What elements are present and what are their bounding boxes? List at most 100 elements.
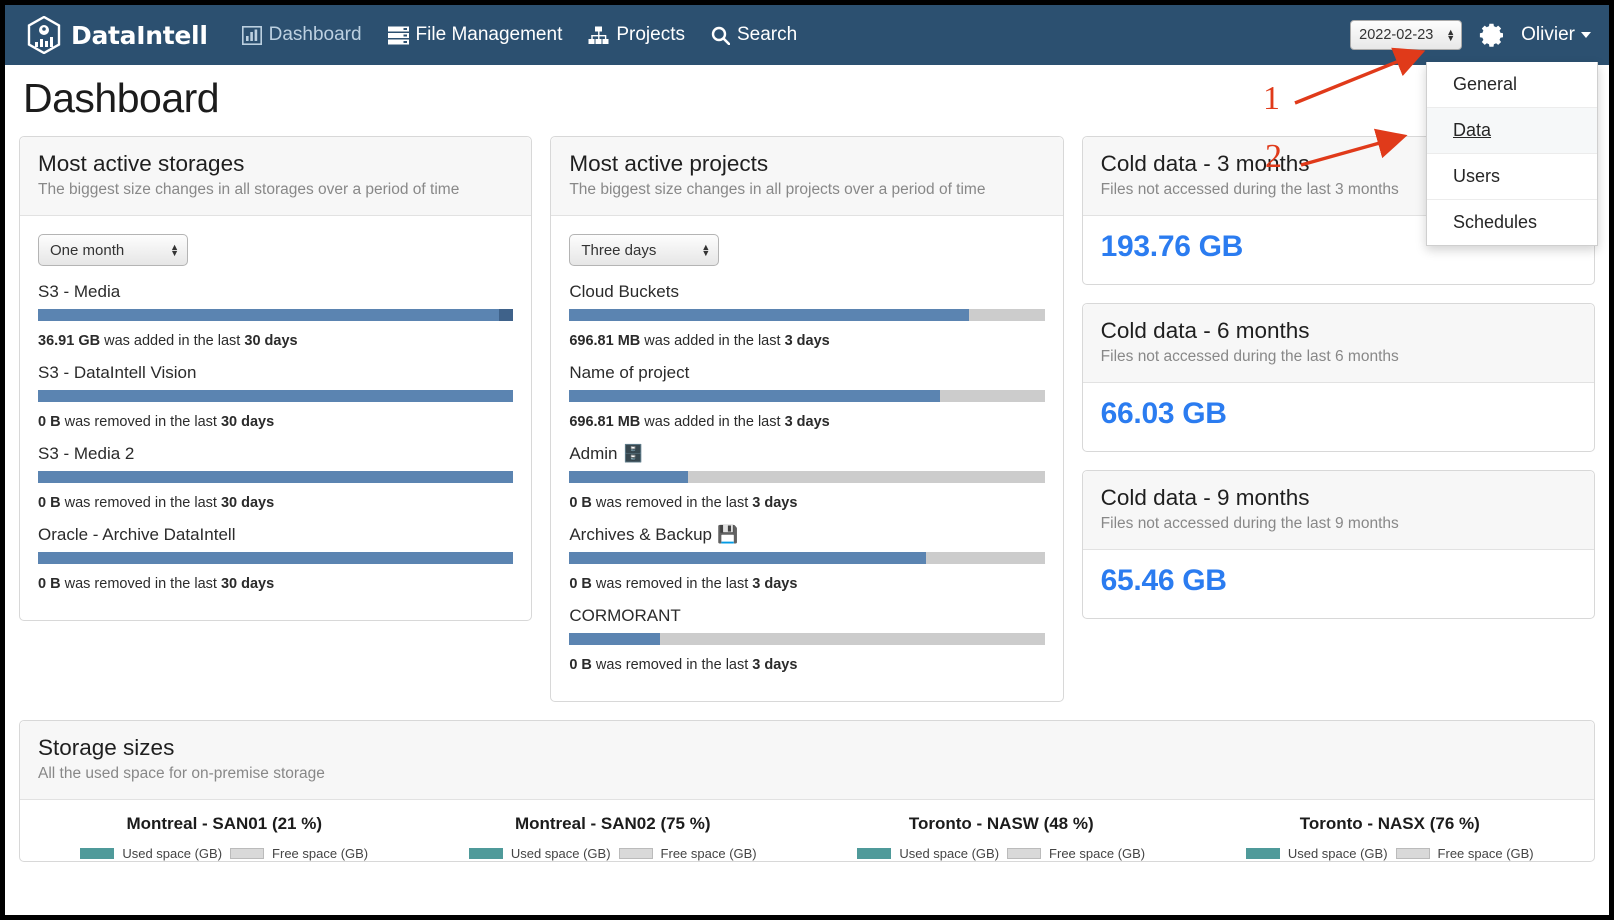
metric-name: Oracle - Archive DataIntell [38,525,236,544]
date-select[interactable]: 2022-02-23 ▲ ▼ [1350,20,1463,50]
storages-period-value: One month [50,241,125,259]
card-cold-data: Cold data - 6 months Files not accessed d… [1081,303,1595,452]
card-body: Three days ▲ ▼ Cloud Buckets 696.81 MB was… [551,216,1062,701]
card-subtitle: Files not accessed during the last 9 mon… [1100,515,1399,532]
metric-period: 30 days [244,333,298,349]
hexagon-chart-logo-icon [27,16,61,54]
card-header: Cold data - 9 months Files not accessed d… [1082,471,1594,550]
progress-bar-fill [38,309,500,321]
legend-label-used: Used space (GB) [122,846,223,861]
legend-label-used: Used space (GB) [510,846,611,861]
legend-swatch-used [468,848,503,859]
metric-name: Cloud Buckets [569,282,679,301]
legend-swatch-used [857,848,892,859]
legend-swatch-free [1007,848,1042,859]
metric-row: CORMORANT 0 B was removed in the last 3 d… [569,606,1045,673]
dropdown-item-data[interactable]: Data [1427,108,1597,154]
nav-link-dashboard[interactable]: Dashboard [241,24,362,46]
progress-bar [38,552,514,564]
gear-icon[interactable] [1478,22,1505,49]
legend-swatch-used [1245,848,1280,859]
column-storages: Most active storages The biggest size ch… [19,136,533,639]
metric-note: 0 B was removed in the last 30 days [38,414,275,430]
storage-chart: Toronto - NASX (76 %) Used space (GB) Free… [1196,814,1585,861]
metric-note: 0 B was removed in the last 3 days [569,576,798,592]
progress-bar [569,390,1045,402]
metric-row: Archives & Backup 💾 0 B was removed in the… [569,525,1045,592]
metric-amount: 0 B [569,657,592,673]
metric-note: 36.91 GB was added in the last 30 days [38,333,298,349]
metric-name: S3 - Media 2 [38,444,135,463]
sitemap-icon [588,26,609,45]
nav-link-label: Search [736,24,798,45]
storage-chart: Toronto - NASW (48 %) Used space (GB) Free… [807,814,1196,861]
card-subtitle: Files not accessed during the last 6 mon… [1100,348,1399,365]
legend-label-free: Free space (GB) [272,846,369,861]
progress-bar [569,552,1045,564]
card-most-active-storages: Most active storages The biggest size ch… [19,136,533,621]
legend-swatch-free [230,848,265,859]
metric-row: Oracle - Archive DataIntell 0 B was remov… [38,525,514,592]
progress-bar-fill [569,552,926,564]
magnifier-icon [711,26,730,45]
progress-bar [38,471,514,483]
dropdown-item-users[interactable]: Users [1427,154,1597,200]
user-menu-label: Olivier [1521,24,1575,45]
metric-amount: 696.81 MB [569,333,641,349]
metric-amount: 0 B [38,414,61,430]
app-window: DataIntell Dashboard File Management Pro… [0,0,1614,920]
progress-bar-fill [569,309,969,321]
stepper-arrows-icon[interactable]: ▲ ▼ [170,243,179,258]
card-header: Most active projects The biggest size ch… [551,137,1063,216]
nav-links: Dashboard File Management Projects Searc… [241,24,797,46]
navbar-right: 2022-02-23 ▲ ▼ Olivier [1350,20,1591,50]
metric-note: 696.81 MB was added in the last 3 days [569,414,830,430]
nav-link-file-management[interactable]: File Management [387,24,562,46]
user-menu[interactable]: Olivier [1521,24,1591,46]
metric-amount: 696.81 MB [569,414,641,430]
date-select-value: 2022-02-23 [1359,27,1434,43]
card-title: Most active projects [569,151,769,176]
card-body: One month ▲ ▼ S3 - Media 36.91 GB was adde… [20,216,531,620]
progress-bar [569,309,1045,321]
progress-bar-fill [38,390,514,402]
progress-bar [38,309,514,321]
metric-row: Admin 🗄️ 0 B was removed in the last 3 day… [569,444,1045,511]
dropdown-item-schedules[interactable]: Schedules [1427,200,1597,245]
stepper-arrows-icon[interactable]: ▲ ▼ [701,243,710,258]
metric-period: 30 days [220,576,275,592]
legend-swatch-used [80,848,115,859]
dropdown-item-general[interactable]: General [1427,62,1597,108]
card-title: Storage sizes [38,735,175,760]
metric-name: Archives & Backup 💾 [569,525,739,544]
stepper-arrows-icon[interactable]: ▲ ▼ [1446,28,1455,43]
nav-link-projects[interactable]: Projects [588,24,685,46]
metric-period: 3 days [784,333,830,349]
legend-label-used: Used space (GB) [899,846,1000,861]
card-header: Cold data - 6 months Files not accessed d… [1082,304,1594,383]
progress-bar-fill [38,471,514,483]
settings-dropdown: General Data Users Schedules [1426,62,1598,246]
metric-amount: 36.91 GB [38,333,101,349]
storage-chart-title: Toronto - NASW (48 %) [908,814,1094,833]
storage-charts-row: Montreal - SAN01 (21 %) Used space (GB) Fr… [20,800,1594,861]
brand[interactable]: DataIntell [27,16,208,54]
storage-chart-legend: Used space (GB) Free space (GB) [807,846,1196,861]
metric-row: Cloud Buckets 696.81 MB was added in the … [569,282,1045,349]
metric-period: 3 days [784,414,830,430]
storage-item-list: S3 - Media 36.91 GB was added in the last… [38,282,514,592]
card-title: Most active storages [38,151,245,176]
legend-label-free: Free space (GB) [660,846,757,861]
storages-period-select[interactable]: One month ▲ ▼ [38,234,188,266]
card-title: Cold data - 9 months [1100,485,1310,510]
metric-period: 3 days [752,576,798,592]
metric-row: S3 - Media 36.91 GB was added in the last… [38,282,514,349]
caret-down-icon [1581,32,1591,38]
storage-chart-legend: Used space (GB) Free space (GB) [30,846,419,861]
progress-bar-fill [569,633,660,645]
projects-period-select[interactable]: Three days ▲ ▼ [569,234,720,266]
card-cold-data: Cold data - 9 months Files not accessed d… [1081,470,1595,619]
nav-link-search[interactable]: Search [711,24,797,46]
card-subtitle: The biggest size changes in all projects… [569,181,986,198]
card-title: Cold data - 6 months [1100,318,1310,343]
